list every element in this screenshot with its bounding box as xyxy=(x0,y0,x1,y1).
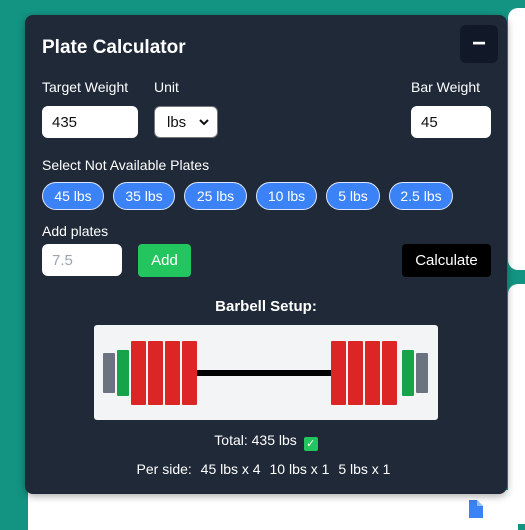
plate-chip-list: 45 lbs 35 lbs 25 lbs 10 lbs 5 lbs 2.5 lb… xyxy=(42,182,453,210)
plate-45lbs-right xyxy=(331,341,346,405)
plate-45lbs-right xyxy=(348,341,363,405)
add-plates-label: Add plates xyxy=(42,223,109,239)
plate-45lbs-right xyxy=(365,341,380,405)
background-card xyxy=(28,490,518,530)
plate-chip[interactable]: 5 lbs xyxy=(326,182,380,210)
bar-shaft xyxy=(194,370,338,376)
plate-45lbs-right xyxy=(382,341,397,405)
plate-chip[interactable]: 10 lbs xyxy=(256,182,317,210)
checkmark-icon: ✓ xyxy=(303,436,318,451)
plate-45lbs-left xyxy=(182,341,197,405)
unit-label: Unit xyxy=(154,79,179,95)
total-text: Total: 435 lbs xyxy=(214,432,297,448)
minimize-button[interactable]: − xyxy=(460,25,498,63)
plate-5lbs-right xyxy=(416,353,428,393)
target-weight-input[interactable]: 435 xyxy=(42,106,138,138)
plate-45lbs-left xyxy=(165,341,180,405)
target-weight-value: 435 xyxy=(52,113,78,131)
plate-chip[interactable]: 45 lbs xyxy=(42,182,104,210)
plate-10lbs-right xyxy=(402,350,414,396)
plate-calculator-panel: Plate Calculator − Target Weight Unit Ba… xyxy=(25,15,507,494)
plate-10lbs-left xyxy=(117,350,129,396)
plate-chip[interactable]: 35 lbs xyxy=(113,182,175,210)
target-weight-label: Target Weight xyxy=(42,79,129,95)
chevron-down-icon xyxy=(199,119,209,126)
add-plates-placeholder: 7.5 xyxy=(52,251,73,269)
per-side-item: 10 lbs x 1 xyxy=(269,461,330,477)
calculate-button[interactable]: Calculate xyxy=(402,244,491,277)
not-available-plates-label: Select Not Available Plates xyxy=(42,157,210,173)
add-button[interactable]: Add xyxy=(138,244,191,277)
per-side-item: 5 lbs x 1 xyxy=(338,461,391,477)
plate-chip[interactable]: 2.5 lbs xyxy=(389,182,453,210)
background-card xyxy=(508,8,525,270)
add-plates-input[interactable]: 7.5 xyxy=(42,244,122,276)
per-side-item: 45 lbs x 4 xyxy=(200,461,261,477)
background-card xyxy=(508,284,525,524)
bar-weight-input[interactable]: 45 xyxy=(411,106,491,138)
plate-chip[interactable]: 25 lbs xyxy=(184,182,247,210)
plate-45lbs-left xyxy=(148,341,163,405)
barbell-svg xyxy=(103,341,428,405)
unit-value: lbs xyxy=(167,113,187,131)
unit-select[interactable]: lbs xyxy=(154,106,218,138)
barbell-diagram xyxy=(94,325,438,420)
plate-5lbs-left xyxy=(103,353,115,393)
barbell-setup-title: Barbell Setup: xyxy=(215,298,317,315)
document-icon[interactable] xyxy=(467,500,483,518)
bar-weight-value: 45 xyxy=(421,113,438,131)
total-weight: Total: 435 lbs ✓ xyxy=(25,432,507,451)
bar-weight-label: Bar Weight xyxy=(411,79,480,95)
panel-title: Plate Calculator xyxy=(42,37,186,58)
per-side-label: Per side: xyxy=(136,461,192,477)
plate-45lbs-left xyxy=(131,341,146,405)
per-side-breakdown: Per side: 45 lbs x 4 10 lbs x 1 5 lbs x … xyxy=(25,461,507,477)
